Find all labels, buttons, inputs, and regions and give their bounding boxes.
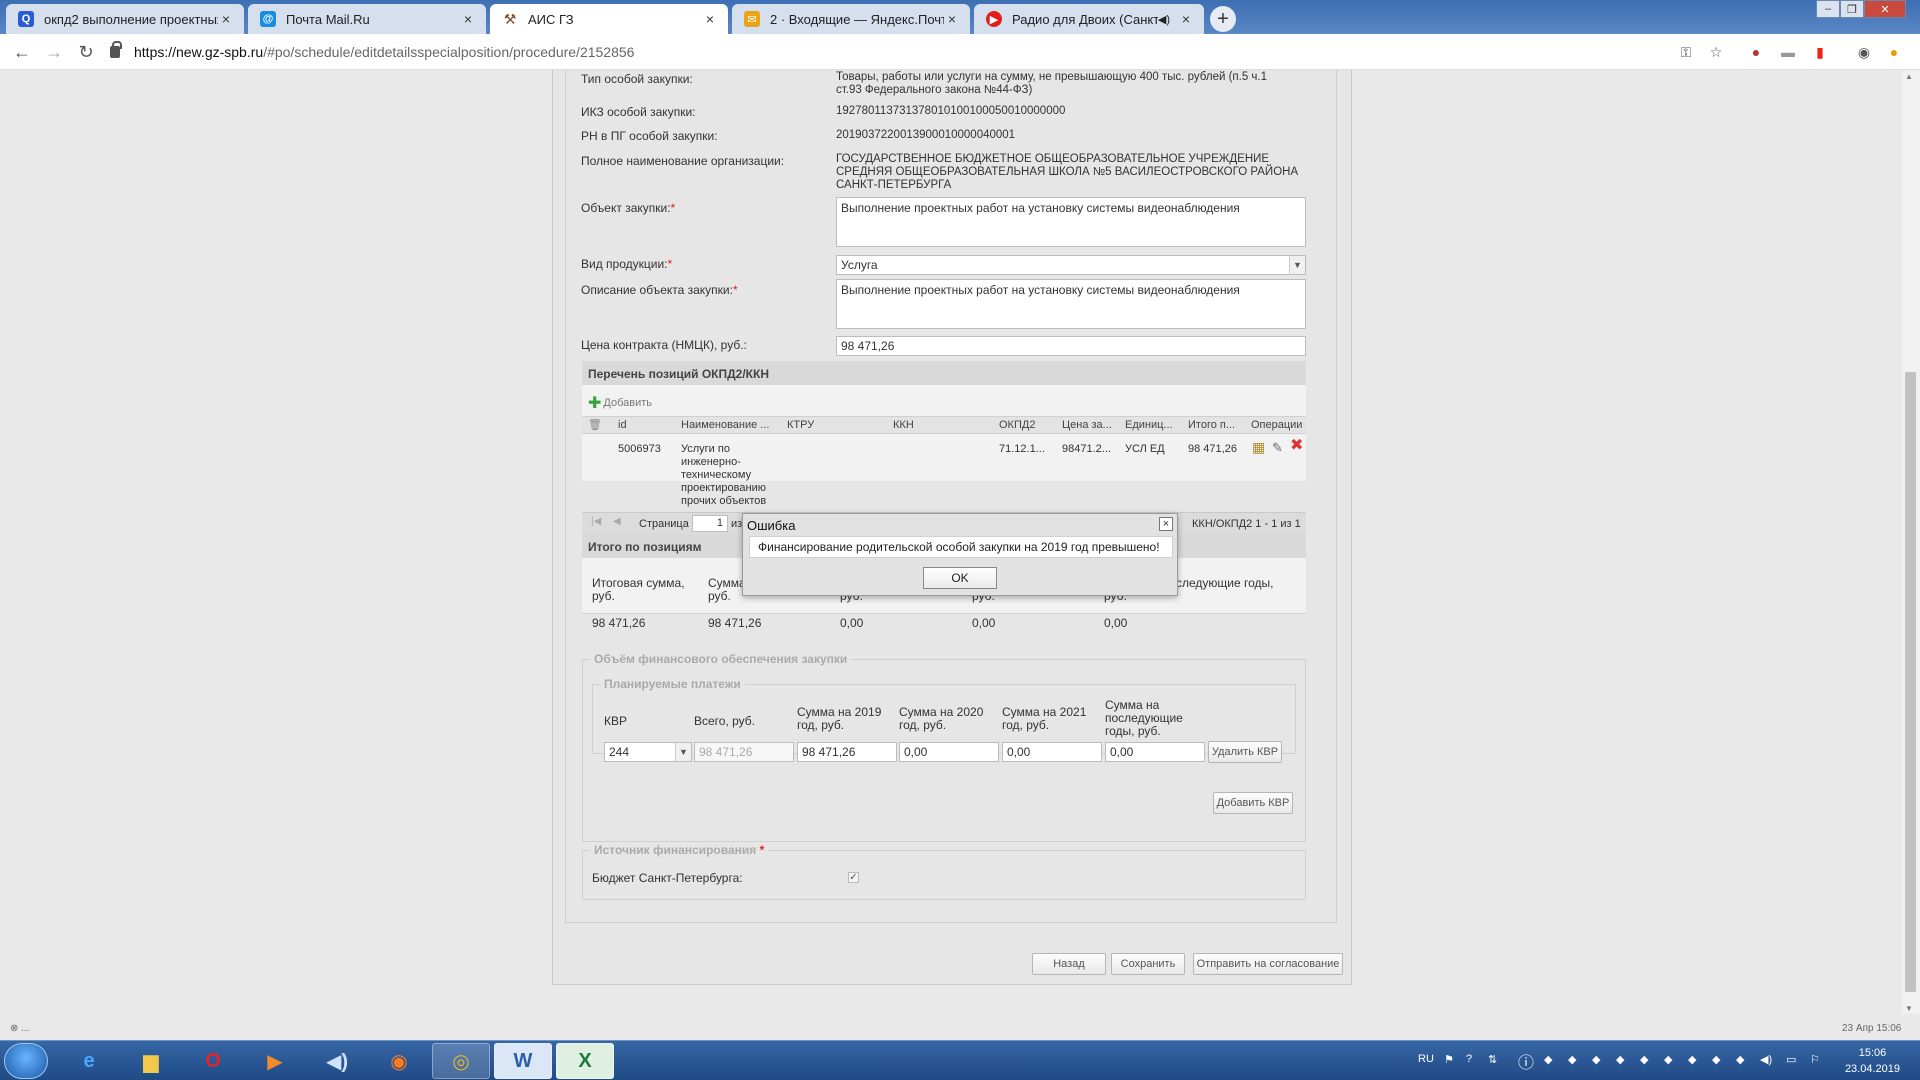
extension-icon[interactable]: ● bbox=[1748, 44, 1764, 60]
tab-okpd-search[interactable]: Q окпд2 выполнение проектных × bbox=[6, 4, 244, 34]
extension-icon[interactable]: ▬ bbox=[1780, 44, 1796, 60]
tray-flag-icon[interactable]: ⚑ bbox=[1444, 1053, 1454, 1066]
browser-toolbar: ← → ↻ https://new.gz-spb.ru/#po/schedule… bbox=[0, 34, 1920, 70]
status-right-text: 23 Апр 15:06 bbox=[1842, 1023, 1902, 1034]
language-indicator[interactable]: RU bbox=[1418, 1053, 1434, 1065]
tab-close-icon[interactable]: × bbox=[944, 11, 960, 27]
tab-radio[interactable]: ▶ Радио для Двоих (Санкт-Пе ◀) × bbox=[974, 4, 1204, 34]
chrome-icon[interactable]: ◎ bbox=[432, 1043, 490, 1079]
media-player-icon[interactable]: ▶ bbox=[246, 1043, 304, 1079]
start-button[interactable] bbox=[4, 1043, 48, 1079]
reload-icon[interactable]: ↻ bbox=[76, 42, 96, 62]
status-left-text: ⊗ ... bbox=[10, 1023, 30, 1034]
status-bar: ⊗ ... 23 Апр 15:06 bbox=[0, 1014, 1920, 1040]
tray-app-icon[interactable]: ◆ bbox=[1712, 1053, 1720, 1066]
error-dialog-title: Ошибка bbox=[747, 518, 796, 533]
tab-close-icon[interactable]: × bbox=[218, 11, 234, 27]
ok-button[interactable]: OK bbox=[923, 567, 997, 589]
mailru-favicon-icon: @ bbox=[260, 11, 276, 27]
update-icon[interactable]: ● bbox=[1886, 44, 1902, 60]
tray-help-circle-icon[interactable]: ⓘ bbox=[1518, 1049, 1534, 1073]
taskbar-clock[interactable]: 15:06 23.04.2019 bbox=[1845, 1045, 1900, 1077]
star-icon[interactable]: ☆ bbox=[1708, 44, 1724, 60]
tray-app-icon[interactable]: ◆ bbox=[1592, 1053, 1600, 1066]
url-host: https://new.gz-spb.ru bbox=[134, 44, 264, 60]
clock-date: 23.04.2019 bbox=[1844, 1063, 1900, 1075]
tray-flag-icon[interactable]: ⚐ bbox=[1810, 1053, 1820, 1066]
opera-icon[interactable]: O bbox=[184, 1043, 242, 1079]
key-icon[interactable]: ⚿ bbox=[1678, 44, 1694, 60]
search-favicon-icon: Q bbox=[18, 11, 34, 27]
page-viewport: Тип особой закупки: Товары, работы или у… bbox=[0, 70, 1902, 1014]
tab-ais-gz[interactable]: ⚒ АИС ГЗ × bbox=[490, 4, 728, 34]
lock-icon bbox=[110, 41, 122, 58]
word-icon[interactable]: W bbox=[494, 1043, 552, 1079]
error-message: Финансирование родительской особой закуп… bbox=[749, 536, 1173, 558]
tray-network-icon[interactable]: ⇅ bbox=[1488, 1053, 1497, 1066]
page-scrollbar-thumb[interactable] bbox=[1905, 372, 1916, 992]
firefox-icon[interactable]: ◉ bbox=[370, 1043, 428, 1079]
file-explorer-icon[interactable]: ▆ bbox=[122, 1043, 180, 1079]
tray-help-icon[interactable]: ? bbox=[1466, 1053, 1472, 1065]
tab-close-icon[interactable]: × bbox=[460, 11, 476, 27]
scroll-up-icon[interactable]: ▲ bbox=[1905, 72, 1913, 81]
error-dialog: Ошибка × Финансирование родительской осо… bbox=[742, 513, 1178, 596]
tab-label: Почта Mail.Ru bbox=[286, 11, 370, 27]
profile-icon[interactable]: ◉ bbox=[1856, 44, 1872, 60]
tab-label: Радио для Двоих (Санкт-Пе bbox=[1012, 11, 1158, 27]
browser-tab-strip: Q окпд2 выполнение проектных × @ Почта M… bbox=[0, 0, 1920, 34]
volume-icon[interactable]: ◀) bbox=[1760, 1053, 1772, 1066]
url-path: /#po/schedule/editdetailsspecialposition… bbox=[263, 44, 635, 60]
clock-time: 15:06 bbox=[1858, 1047, 1887, 1059]
speaker-icon[interactable]: ◀) bbox=[1158, 13, 1170, 26]
scroll-down-icon[interactable]: ▼ bbox=[1905, 1004, 1913, 1013]
tab-yandex-mail[interactable]: ✉ 2 · Входящие — Яндекс.Почта × bbox=[732, 4, 970, 34]
tab-close-icon[interactable]: × bbox=[702, 11, 718, 27]
excel-icon[interactable]: X bbox=[556, 1043, 614, 1079]
tray-app-icon[interactable]: ◆ bbox=[1568, 1053, 1576, 1066]
tray-app-icon[interactable]: ◆ bbox=[1640, 1053, 1648, 1066]
tab-close-icon[interactable]: × bbox=[1178, 11, 1194, 27]
tab-label: 2 · Входящие — Яндекс.Почта bbox=[770, 11, 944, 27]
tray-app-icon[interactable]: ◆ bbox=[1616, 1053, 1624, 1066]
radio-favicon-icon: ▶ bbox=[986, 11, 1002, 27]
maximize-button[interactable]: ❐ bbox=[1840, 0, 1864, 18]
back-arrow-icon[interactable]: ← bbox=[12, 42, 32, 62]
bookmark-flag-icon[interactable]: ▮ bbox=[1812, 44, 1828, 60]
tab-label: АИС ГЗ bbox=[528, 11, 574, 27]
address-bar[interactable]: https://new.gz-spb.ru/#po/schedule/editd… bbox=[110, 39, 1670, 65]
tray-app-icon[interactable]: ◆ bbox=[1664, 1053, 1672, 1066]
hammer-favicon-icon: ⚒ bbox=[503, 10, 517, 27]
internet-explorer-icon[interactable]: e bbox=[60, 1043, 118, 1079]
audio-app-icon[interactable]: ◀) bbox=[308, 1043, 366, 1079]
forward-arrow-icon[interactable]: → bbox=[44, 42, 64, 62]
tab-label: окпд2 выполнение проектных bbox=[44, 11, 218, 27]
minimize-button[interactable]: – bbox=[1816, 0, 1840, 18]
tray-app-icon[interactable]: ◆ bbox=[1544, 1053, 1552, 1066]
tab-mailru[interactable]: @ Почта Mail.Ru × bbox=[248, 4, 486, 34]
windows-taskbar: e ▆ O ▶ ◀) ◉ ◎ W X RU ⚑ ? ⇅ ⓘ ◆ ◆ ◆ ◆ ◆ … bbox=[0, 1040, 1920, 1080]
close-icon[interactable]: × bbox=[1159, 517, 1173, 531]
yandex-mail-favicon-icon: ✉ bbox=[744, 11, 760, 27]
tray-monitor-icon[interactable]: ▭ bbox=[1786, 1053, 1796, 1066]
tray-app-icon[interactable]: ◆ bbox=[1688, 1053, 1696, 1066]
tray-app-icon[interactable]: ◆ bbox=[1736, 1053, 1744, 1066]
window-close-button[interactable]: ✕ bbox=[1864, 0, 1906, 18]
new-tab-button[interactable]: + bbox=[1210, 6, 1236, 32]
